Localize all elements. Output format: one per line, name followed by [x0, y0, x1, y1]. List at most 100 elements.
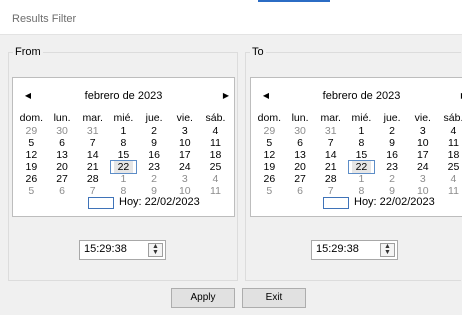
- day-grid: dom. lun. mar. mié. jue. vie. sáb. 29 30…: [254, 111, 462, 197]
- day-cell[interactable]: 28: [315, 173, 346, 185]
- day-cell[interactable]: 5: [16, 137, 47, 149]
- day-cell[interactable]: 26: [16, 173, 47, 185]
- day-cell[interactable]: 24: [169, 161, 200, 173]
- day-cell[interactable]: 12: [16, 149, 47, 161]
- day-cell[interactable]: 4: [200, 125, 231, 137]
- day-cell[interactable]: 8: [108, 137, 139, 149]
- to-group: To ◀ febrero de 2023 ▶ dom. lun. mar. mi…: [245, 46, 462, 281]
- day-cell[interactable]: 2: [377, 125, 408, 137]
- day-cell[interactable]: 14: [77, 149, 108, 161]
- day-cell[interactable]: 8: [346, 137, 377, 149]
- day-cell[interactable]: 3: [169, 125, 200, 137]
- day-cell[interactable]: 2: [139, 125, 170, 137]
- next-month-icon[interactable]: ▶: [220, 89, 232, 103]
- day-cell[interactable]: 2: [377, 173, 408, 185]
- day-cell[interactable]: 4: [438, 173, 462, 185]
- day-cell[interactable]: 17: [169, 149, 200, 161]
- day-cell[interactable]: 17: [407, 149, 438, 161]
- day-cell[interactable]: 10: [169, 137, 200, 149]
- day-cell[interactable]: 16: [139, 149, 170, 161]
- day-cell[interactable]: 7: [315, 137, 346, 149]
- day-cell[interactable]: 29: [16, 125, 47, 137]
- weekday-label: jue.: [145, 112, 163, 124]
- day-cell[interactable]: 27: [285, 173, 316, 185]
- to-time-picker[interactable]: 15:29:38 ▲ ▼: [311, 240, 398, 260]
- today-footer[interactable]: Hoy: 22/02/2023: [251, 196, 462, 210]
- day-cell[interactable]: 13: [285, 149, 316, 161]
- day-cell[interactable]: 23: [377, 161, 408, 173]
- spinner-icon[interactable]: ▲ ▼: [148, 243, 163, 257]
- day-cell[interactable]: 23: [139, 161, 170, 173]
- month-title[interactable]: febrero de 2023: [251, 89, 462, 103]
- day-cell[interactable]: 20: [47, 161, 78, 173]
- spinner-icon[interactable]: ▲ ▼: [380, 243, 395, 257]
- day-cell[interactable]: 21: [77, 161, 108, 173]
- day-cell[interactable]: 13: [47, 149, 78, 161]
- week-row: 26 27 28 1 2 3 4: [254, 173, 462, 185]
- day-cell[interactable]: 2: [139, 173, 170, 185]
- from-calendar[interactable]: ◀ febrero de 2023 ▶ dom. lun. mar. mié. …: [12, 77, 235, 217]
- day-cell[interactable]: 20: [285, 161, 316, 173]
- day-cell[interactable]: 11: [200, 137, 231, 149]
- day-cell[interactable]: 28: [77, 173, 108, 185]
- next-month-icon[interactable]: ▶: [458, 89, 462, 103]
- day-cell[interactable]: 26: [254, 173, 285, 185]
- day-cell[interactable]: 25: [200, 161, 231, 173]
- day-cell[interactable]: 19: [16, 161, 47, 173]
- day-cell[interactable]: 14: [315, 149, 346, 161]
- to-time-value[interactable]: 15:29:38: [316, 243, 359, 255]
- title-bar: Results Filter: [0, 0, 462, 35]
- from-time-value[interactable]: 15:29:38: [84, 243, 127, 255]
- day-grid: dom. lun. mar. mié. jue. vie. sáb. 29 30…: [16, 111, 231, 197]
- day-cell[interactable]: 16: [377, 149, 408, 161]
- day-cell[interactable]: 3: [407, 173, 438, 185]
- day-cell[interactable]: 18: [438, 149, 462, 161]
- day-cell[interactable]: 5: [254, 137, 285, 149]
- day-cell[interactable]: 18: [200, 149, 231, 161]
- day-cell[interactable]: 1: [346, 173, 377, 185]
- day-cell[interactable]: 30: [285, 125, 316, 137]
- day-cell[interactable]: 10: [407, 137, 438, 149]
- apply-button[interactable]: Apply: [171, 288, 235, 308]
- weekday-label: lun.: [291, 112, 309, 124]
- selected-day-cell[interactable]: 22: [108, 160, 139, 174]
- day-cell[interactable]: 7: [77, 137, 108, 149]
- day-cell[interactable]: 21: [315, 161, 346, 173]
- day-cell[interactable]: 11: [438, 137, 462, 149]
- weekday-label: sáb.: [443, 112, 462, 124]
- day-cell[interactable]: 1: [346, 125, 377, 137]
- day-cell[interactable]: 24: [407, 161, 438, 173]
- selected-day-label: 22: [113, 161, 134, 173]
- day-cell[interactable]: 4: [438, 125, 462, 137]
- day-cell[interactable]: 1: [108, 125, 139, 137]
- today-label[interactable]: Hoy: 22/02/2023: [354, 196, 435, 208]
- weekday-label: mié.: [351, 112, 372, 124]
- day-cell[interactable]: 19: [254, 161, 285, 173]
- day-cell[interactable]: 25: [438, 161, 462, 173]
- day-cell[interactable]: 31: [77, 125, 108, 137]
- day-cell[interactable]: 30: [47, 125, 78, 137]
- today-footer[interactable]: Hoy: 22/02/2023: [13, 196, 234, 210]
- today-marker-icon: [323, 197, 349, 209]
- exit-button[interactable]: Exit: [242, 288, 306, 308]
- day-cell[interactable]: 3: [169, 173, 200, 185]
- day-cell[interactable]: 9: [377, 137, 408, 149]
- title-accent: [258, 0, 330, 2]
- selected-day-cell[interactable]: 22: [346, 160, 377, 174]
- day-cell[interactable]: 6: [285, 137, 316, 149]
- month-title[interactable]: febrero de 2023: [13, 89, 234, 103]
- day-cell[interactable]: 29: [254, 125, 285, 137]
- day-cell[interactable]: 6: [47, 137, 78, 149]
- day-cell[interactable]: 1: [108, 173, 139, 185]
- week-row: 26 27 28 1 2 3 4: [16, 173, 231, 185]
- day-cell[interactable]: 31: [315, 125, 346, 137]
- day-cell[interactable]: 4: [200, 173, 231, 185]
- to-calendar[interactable]: ◀ febrero de 2023 ▶ dom. lun. mar. mié. …: [250, 77, 462, 217]
- day-cell[interactable]: 12: [254, 149, 285, 161]
- from-time-picker[interactable]: 15:29:38 ▲ ▼: [79, 240, 166, 260]
- weekday-label: mar.: [320, 112, 341, 124]
- day-cell[interactable]: 9: [139, 137, 170, 149]
- day-cell[interactable]: 3: [407, 125, 438, 137]
- day-cell[interactable]: 27: [47, 173, 78, 185]
- today-label[interactable]: Hoy: 22/02/2023: [119, 196, 200, 208]
